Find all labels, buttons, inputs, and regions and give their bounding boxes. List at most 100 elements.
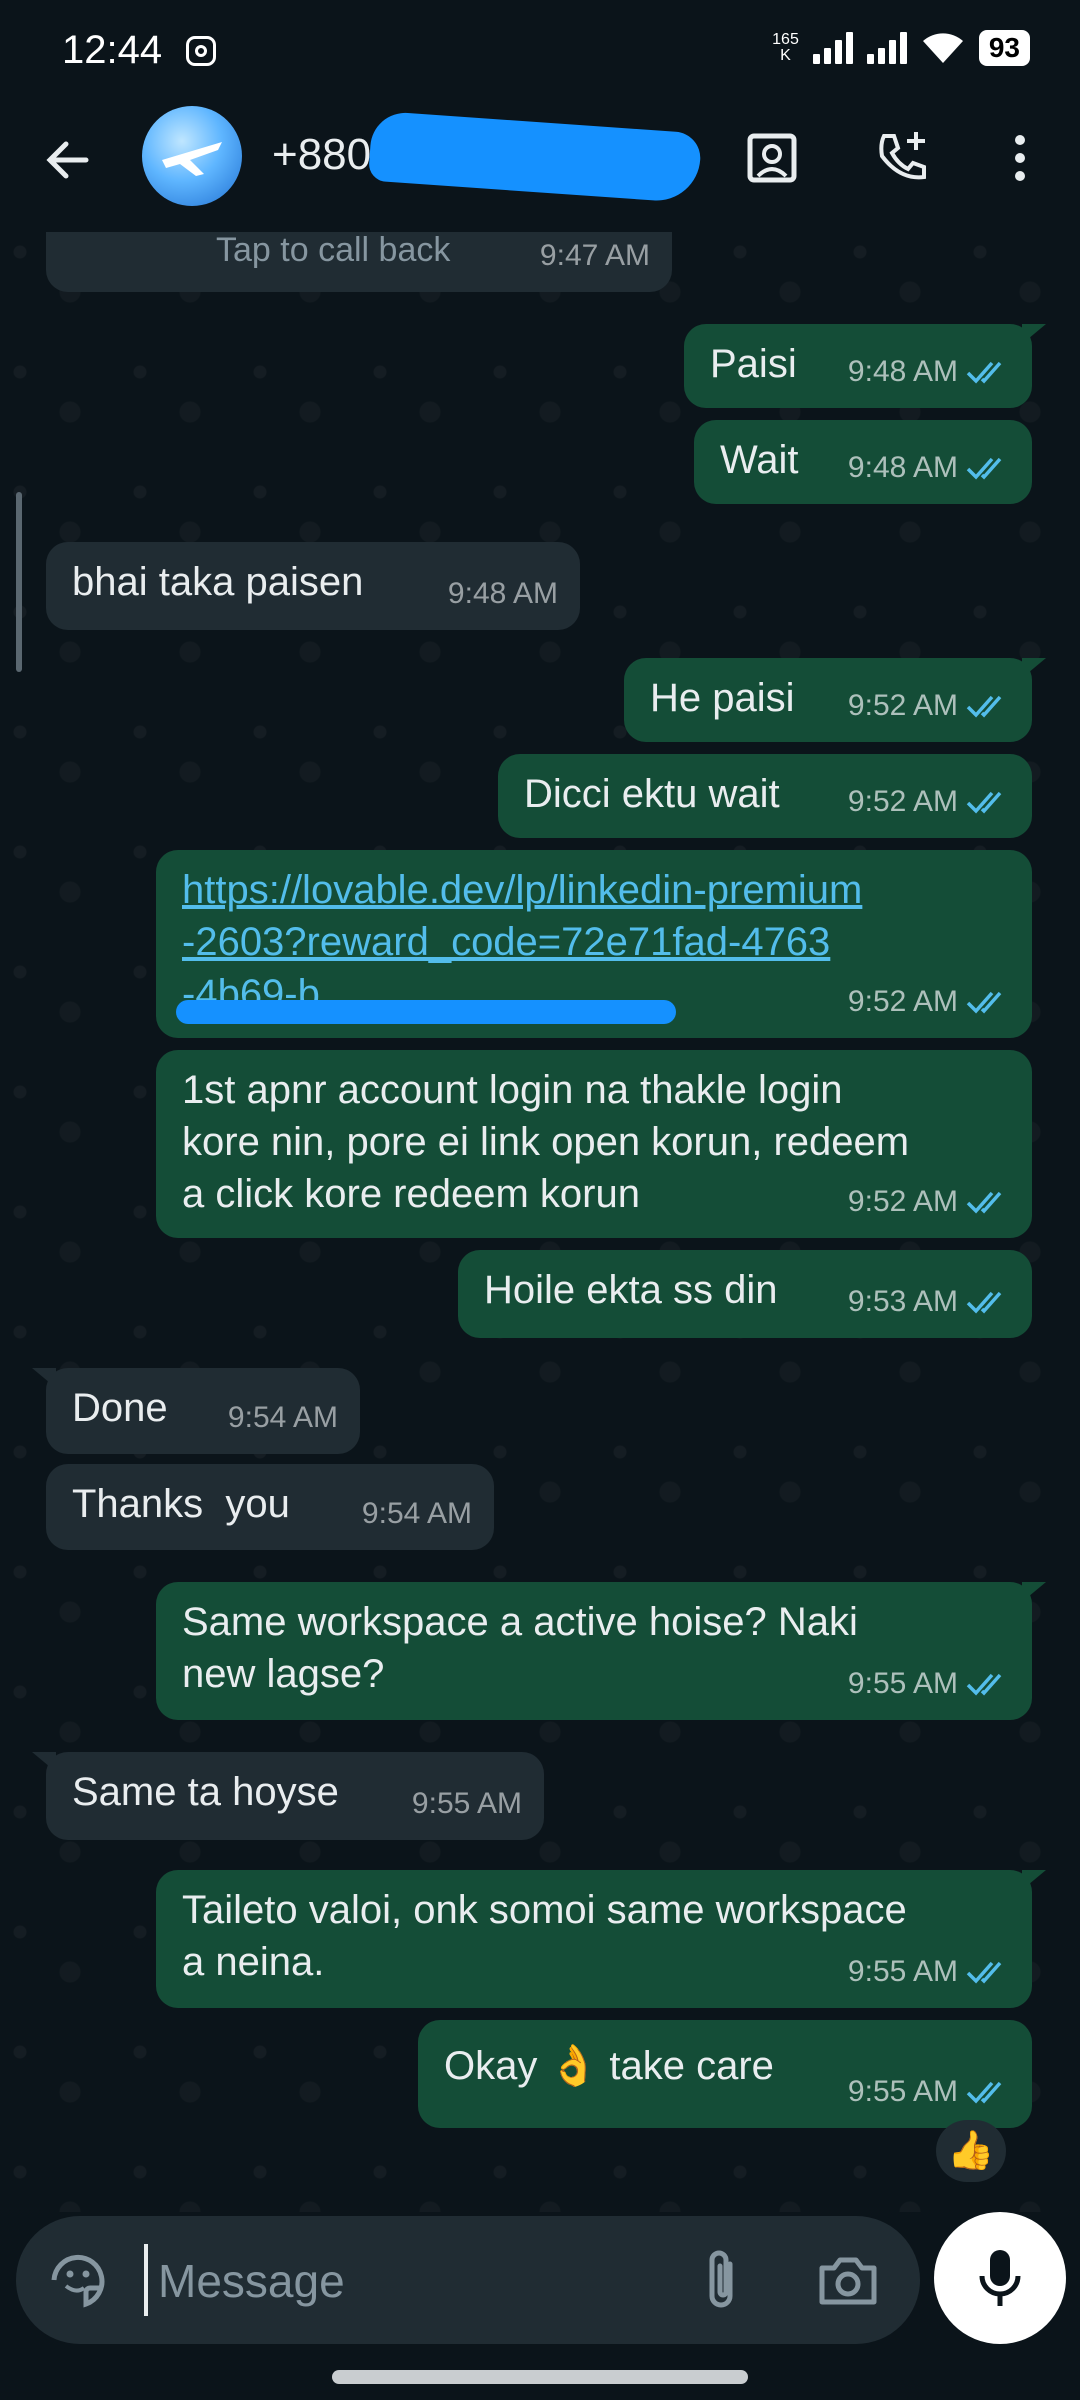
network-speed-unit: K (780, 47, 791, 64)
link-line: https://lovable.dev/lp/linkedin-premium (182, 868, 863, 912)
message-meta: 9:54 AM (228, 1392, 338, 1444)
message-line: 1st apnr account login na thakle login (182, 1068, 843, 1112)
read-ticks-icon (966, 457, 1002, 480)
more-vert-icon[interactable] (990, 126, 1050, 190)
message-outgoing[interactable]: He paisi 9:52 AM (624, 658, 1046, 742)
message-line: Taileto valoi, onk somoi same workspace (182, 1888, 907, 1932)
message-time: 9:52 AM (847, 985, 958, 1018)
message-text: Dicci ektu wait (524, 772, 780, 816)
message-incoming[interactable]: Thanks you 9:54 AM (46, 1464, 494, 1550)
message-outgoing[interactable]: Okay 👌 take care 9:55 AM (418, 2020, 1032, 2128)
status-time: 12:44 (62, 28, 163, 72)
message-time: 9:55 AM (847, 1667, 958, 1700)
read-ticks-icon (966, 2081, 1002, 2104)
message-incoming-call[interactable]: Tap to call back 9:47 AM (46, 232, 672, 292)
voice-record-button[interactable] (934, 2212, 1066, 2344)
status-bar: 12:44 165 K 93 (0, 0, 1080, 100)
redaction-mark (176, 1000, 676, 1024)
microphone-icon (979, 2250, 1021, 2306)
read-ticks-icon (966, 1673, 1002, 1696)
add-call-icon[interactable] (870, 126, 934, 190)
message-time: 9:54 AM (361, 1497, 472, 1530)
message-meta: 9:55 AM (848, 1946, 1010, 1998)
read-ticks-icon (966, 1291, 1002, 1314)
read-ticks-icon (966, 1961, 1002, 1984)
message-incoming[interactable]: Done 9:54 AM (32, 1368, 360, 1454)
video-call-icon[interactable] (740, 126, 804, 190)
message-incoming[interactable]: Same ta hoyse 9:55 AM (32, 1752, 544, 1840)
message-time: 9:48 AM (847, 451, 958, 484)
message-outgoing[interactable]: Paisi 9:48 AM (684, 324, 1046, 408)
message-line: kore nin, pore ei link open korun, redee… (182, 1120, 910, 1164)
message-time: 9:48 AM (847, 355, 958, 388)
home-indicator[interactable] (332, 2370, 748, 2384)
back-arrow-icon[interactable] (38, 130, 98, 190)
thumbs-up-reaction[interactable]: 👍 (936, 2120, 1006, 2182)
message-outgoing-link[interactable]: https://lovable.dev/lp/linkedin-premium … (156, 850, 1032, 1038)
message-outgoing[interactable]: Dicci ektu wait 9:52 AM (498, 754, 1032, 838)
airplane-icon (162, 142, 222, 176)
contact-avatar[interactable] (142, 106, 242, 206)
link-line: -2603?reward_code=72e71fad-4763 (182, 920, 831, 964)
read-ticks-icon (966, 361, 1002, 384)
message-incoming[interactable]: bhai taka paisen 9:48 AM (46, 542, 580, 630)
attach-icon[interactable] (696, 2246, 746, 2314)
wifi-icon (922, 33, 963, 63)
message-meta: 9:52 AM (848, 1176, 1010, 1228)
text-cursor (144, 2244, 148, 2316)
message-text: He paisi (650, 676, 795, 720)
message-meta: 9:52 AM (848, 680, 1010, 732)
message-text: Hoile ekta ss din (484, 1268, 778, 1312)
message-text: Done (72, 1386, 168, 1430)
message-outgoing[interactable]: 1st apnr account login na thakle login k… (156, 1050, 1032, 1238)
message-text: Thanks you (72, 1482, 290, 1526)
message-time: 9:54 AM (227, 1401, 338, 1434)
camera-icon[interactable] (816, 2252, 880, 2308)
message-time: 9:55 AM (411, 1787, 522, 1820)
message-text: Okay 👌 take care (444, 2044, 774, 2088)
chat-area[interactable]: Tap to call back 9:47 AM Paisi 9:48 AM W… (0, 232, 1080, 2212)
message-time: 9:55 AM (847, 2075, 958, 2108)
scroll-indicator[interactable] (16, 492, 22, 672)
read-ticks-icon (966, 991, 1002, 1014)
message-text: Same ta hoyse (72, 1770, 339, 1814)
message-meta: 9:48 AM (448, 568, 558, 620)
redaction-mark (367, 110, 703, 204)
status-icons: 165 K 93 (772, 30, 1030, 66)
message-composer[interactable]: Message (16, 2216, 920, 2344)
message-text: Tap to call back (216, 232, 451, 269)
battery-indicator: 93 (978, 30, 1030, 66)
chat-header: +880 951 (0, 100, 1080, 232)
sticker-icon[interactable] (46, 2248, 110, 2312)
signal-2-icon (866, 32, 907, 64)
message-meta: 9:52 AM (848, 776, 1010, 828)
message-time: 9:48 AM (447, 577, 558, 610)
message-text: Wait (720, 438, 799, 482)
network-speed-value: 165 (772, 31, 799, 48)
message-input[interactable]: Message (158, 2254, 345, 2308)
read-ticks-icon (966, 695, 1002, 718)
instagram-notification-icon (186, 36, 216, 66)
message-time: 9:52 AM (847, 1185, 958, 1218)
message-meta: 9:53 AM (848, 1276, 1010, 1328)
message-time: 9:52 AM (847, 785, 958, 818)
message-meta: 9:55 AM (848, 2066, 1010, 2118)
read-ticks-icon (966, 791, 1002, 814)
message-time: 9:53 AM (847, 1285, 958, 1318)
message-meta: 9:55 AM (848, 1658, 1010, 1710)
network-speed: 165 K (772, 32, 799, 64)
message-outgoing[interactable]: Same workspace a active hoise? Naki new … (156, 1582, 1046, 1720)
message-meta: 9:55 AM (412, 1778, 522, 1830)
message-time: 9:55 AM (847, 1955, 958, 1988)
signal-icon (812, 32, 853, 64)
message-meta: 9:47 AM (540, 232, 650, 282)
message-line: Same workspace a active hoise? Naki (182, 1600, 858, 1644)
message-outgoing[interactable]: Taileto valoi, onk somoi same workspace … (156, 1870, 1046, 2008)
message-meta: 9:48 AM (848, 346, 1010, 398)
message-outgoing[interactable]: Wait 9:48 AM (694, 420, 1032, 504)
message-text: bhai taka paisen (72, 560, 364, 604)
message-outgoing[interactable]: Hoile ekta ss din 9:53 AM (458, 1250, 1032, 1338)
read-ticks-icon (966, 1191, 1002, 1214)
message-time: 9:52 AM (847, 689, 958, 722)
contact-name-prefix: +880 (272, 130, 372, 179)
